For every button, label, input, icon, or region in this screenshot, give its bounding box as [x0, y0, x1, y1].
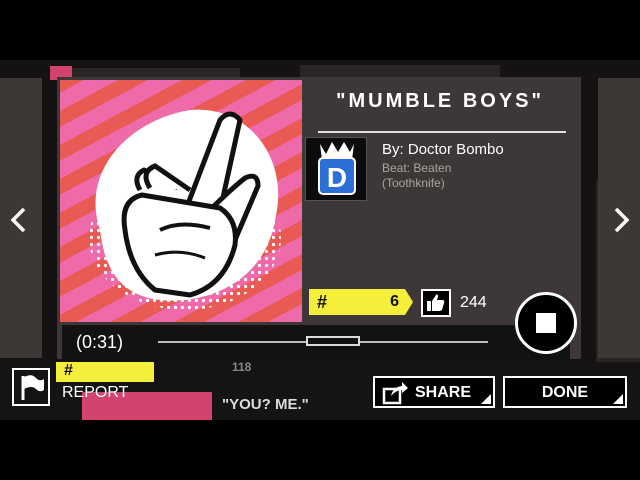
previous-song-button[interactable] — [4, 200, 34, 240]
thumbs-up-icon — [427, 294, 445, 311]
avatar-letter: D — [327, 162, 347, 193]
song-title: "MUMBLE BOYS" — [336, 90, 544, 112]
background-likes: 118 — [232, 360, 252, 374]
artist-name: By: Doctor Bombo — [382, 141, 504, 158]
title-divider — [318, 131, 566, 133]
corner-accent — [613, 394, 623, 404]
chevron-left-icon — [10, 207, 26, 233]
rock-hand-artwork-icon — [89, 109, 281, 310]
background-hash: # — [64, 362, 73, 379]
like-button[interactable] — [421, 289, 451, 317]
playback-time: (0:31) — [76, 332, 124, 352]
crown-d-avatar-icon: D — [318, 142, 356, 195]
rank-number: 6 — [390, 293, 399, 310]
seek-handle[interactable] — [305, 336, 360, 346]
rank-symbol: # — [317, 292, 328, 312]
stop-button[interactable] — [515, 292, 577, 354]
background-card — [300, 65, 500, 77]
report-button[interactable]: REPORT — [62, 384, 128, 402]
song-artwork — [60, 80, 302, 322]
background-quote: "YOU? ME." — [222, 396, 309, 413]
corner-accent — [481, 394, 491, 404]
chevron-right-icon — [614, 207, 630, 233]
stop-icon — [536, 313, 556, 333]
done-button[interactable]: DONE — [503, 376, 627, 408]
artist-avatar[interactable]: D — [305, 137, 367, 201]
like-count: 244 — [460, 294, 487, 311]
report-flag-button[interactable] — [12, 368, 50, 406]
share-label: SHARE — [415, 384, 472, 401]
background-rank-snippet: # — [56, 362, 154, 382]
flag-icon — [21, 375, 44, 400]
next-song-button[interactable] — [606, 200, 636, 240]
share-button[interactable]: SHARE — [373, 376, 495, 408]
beat-credit: Beat: Beaten (Toothknife) — [382, 161, 452, 190]
share-icon — [382, 382, 408, 405]
rank-badge-tip — [405, 289, 413, 315]
done-label: DONE — [541, 384, 589, 401]
rank-badge: # 6 — [309, 289, 405, 315]
